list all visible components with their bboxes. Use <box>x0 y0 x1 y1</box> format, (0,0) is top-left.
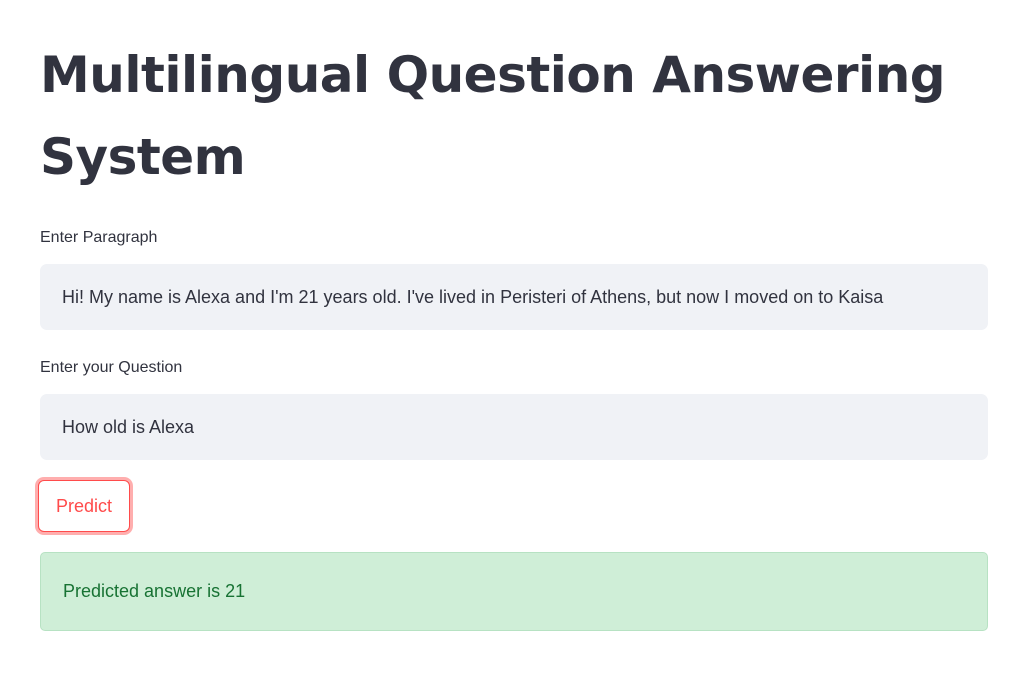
question-input[interactable] <box>40 394 988 460</box>
app-page: Multilingual Question Answering System E… <box>0 0 1024 696</box>
question-label: Enter your Question <box>40 359 183 376</box>
predict-button[interactable]: Predict <box>38 480 131 532</box>
success-alert: Predicted answer is 21 <box>40 552 988 631</box>
paragraph-label: Enter Paragraph <box>40 229 158 246</box>
predicted-answer-text: Predicted answer is 21 <box>63 581 246 601</box>
page-title: Multilingual Question Answering System <box>40 46 946 186</box>
paragraph-input[interactable] <box>40 264 988 330</box>
